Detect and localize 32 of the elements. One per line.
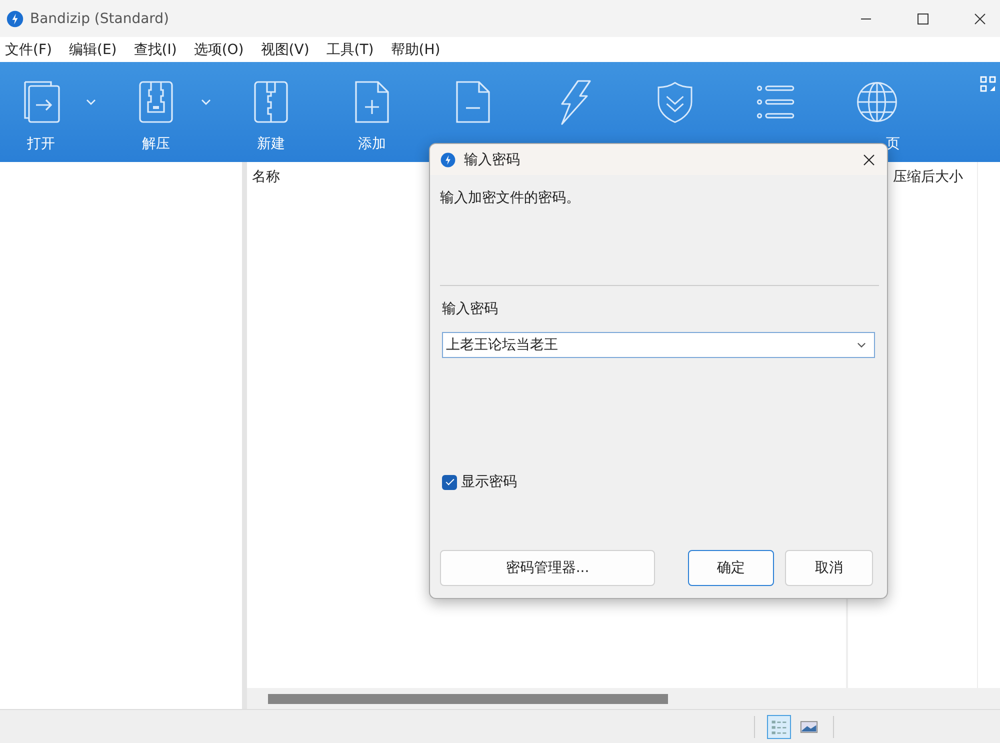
- layout-icon[interactable]: [980, 76, 996, 92]
- app-logo-icon: [6, 10, 24, 28]
- menu-item[interactable]: 视图(V): [260, 40, 310, 58]
- toolbar-button[interactable]: 添加: [349, 78, 395, 153]
- cancel-button[interactable]: 取消: [785, 550, 873, 586]
- scrollbar-thumb[interactable]: [268, 694, 668, 704]
- menu-item[interactable]: 工具(T): [326, 40, 374, 58]
- dialog-message: 输入加密文件的密码。: [440, 189, 581, 207]
- password-field[interactable]: 上老王论坛当老王: [442, 332, 875, 358]
- checkbox[interactable]: [442, 474, 457, 490]
- menu-item[interactable]: 查找(I): [134, 40, 177, 58]
- chevron-down-icon[interactable]: [857, 342, 866, 348]
- window-title: Bandizip (Standard): [30, 10, 170, 26]
- menu-item[interactable]: 选项(O): [194, 40, 244, 58]
- column-header[interactable]: 压缩后大小: [893, 169, 963, 185]
- ok-button[interactable]: 确定: [688, 550, 774, 586]
- toolbar-button[interactable]: 打开: [18, 78, 64, 153]
- field-label: 输入密码: [442, 300, 499, 318]
- app-logo-icon: [440, 152, 456, 168]
- toolbar-button[interactable]: 页: [854, 78, 900, 153]
- column-header[interactable]: 名称: [252, 169, 280, 185]
- password-manager-button[interactable]: 密码管理器...: [440, 550, 655, 586]
- close-icon[interactable]: [863, 154, 875, 166]
- dialog-title: 输入密码: [464, 150, 520, 168]
- menu-item[interactable]: 帮助(H): [390, 40, 440, 58]
- toolbar-button[interactable]: 新建: [248, 78, 294, 153]
- toolbar-button[interactable]: 解压: [133, 78, 179, 153]
- menu-item[interactable]: 文件(F): [5, 40, 52, 58]
- checkbox-label: 显示密码: [461, 473, 517, 491]
- menu-item[interactable]: 编辑(E): [68, 40, 117, 58]
- maximize-icon[interactable]: [917, 12, 929, 24]
- close-icon[interactable]: [974, 12, 986, 24]
